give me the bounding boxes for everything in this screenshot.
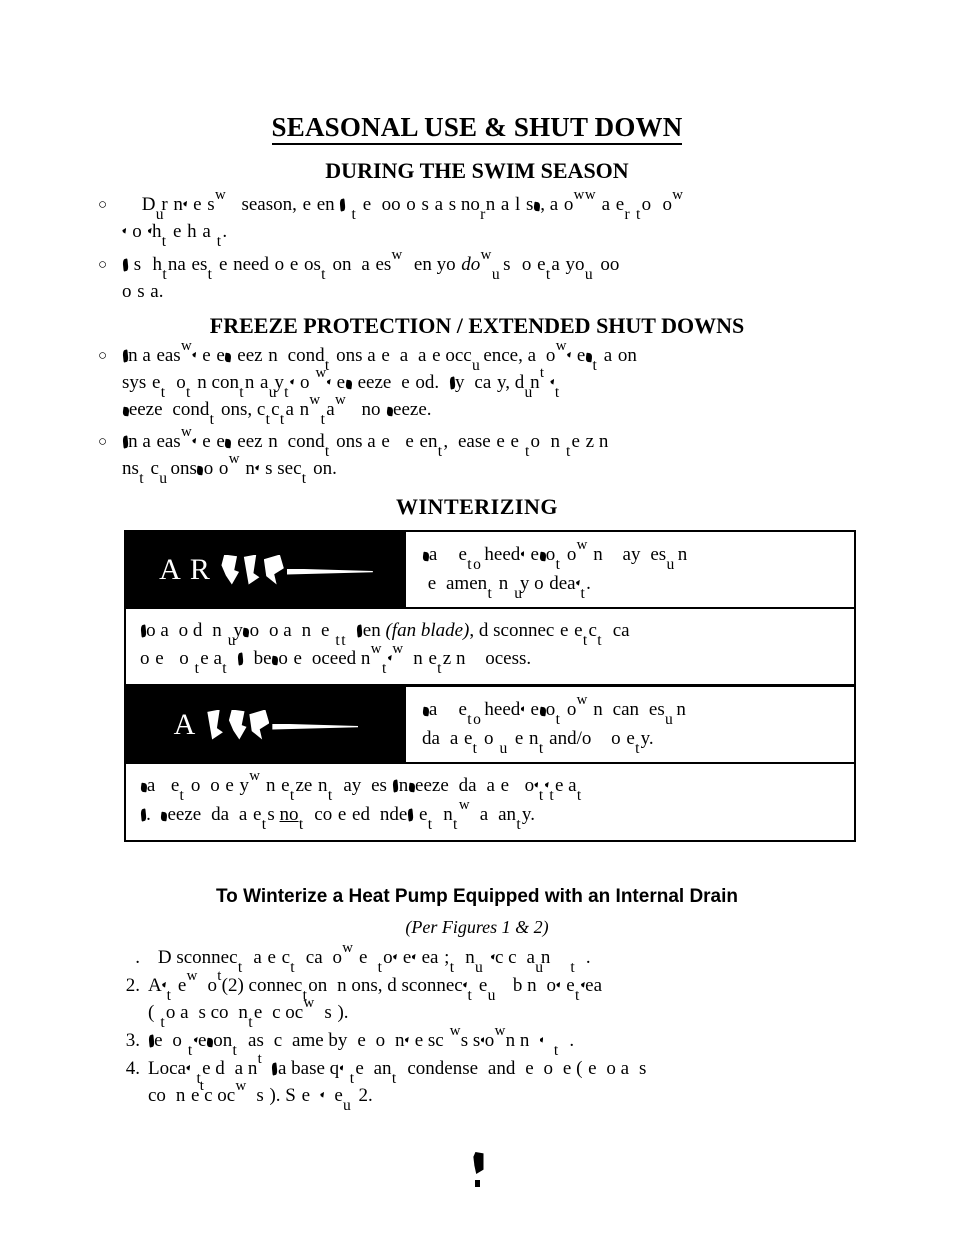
procedure-step: 2. At ew ot(2) connecton n ons, d sconnec t e… [110,968,870,1031]
bullet-marker: ○ [98,197,108,213]
list-item-text: n a easw e e eez n condt ons aeaae occu ence, ao… [122,338,866,374]
step-number: . [135,947,140,968]
page-title: SEASONAL USE & SHUT DOWN [0,112,954,145]
step-text-cont: co n etc ocw s). Se eu 2. [148,1078,373,1114]
section-heading-winterizing: WINTERIZING [396,494,558,519]
bullet-list-freeze-protection: ○ n a easw e e eez n condt ons aeaae occu ence, … [96,338,866,487]
list-item: ○ Dur n e sw season, e en te oo o s a s norn a l s, a… [96,187,866,250]
procedure-step: 3. e o t e ont as c ame by e o n e sc ws s own nt. [110,1023,870,1059]
procedure-step: 4. Loca te da nt a base q te ant condense and e… [110,1051,870,1114]
step-text: D sconnect a e ct ca ow e to e ea ;t nu c c aun t. [157,940,591,976]
bullet-list-swim-season: ○ Dur n e sw season, e en te oo o s a s norn a l s, a… [96,187,866,305]
list-item-text-cont: nst cu ons o ow n s sect on. [122,451,337,487]
step-text: At ew ot(2) connecton n ons, d sconnec t eu b … [148,968,603,1004]
caution-banner-label: A [126,708,406,742]
page-number [0,1152,954,1187]
caution-banner: A [126,687,406,762]
step-text-cont: (to as co nte c ocw s). [148,995,349,1031]
list-item-text-cont2: eeze condt ons, ctcta nwtaw no eeze. [121,392,866,428]
list-item-text-cont: o ht e h a t. [122,219,866,250]
bullet-marker: ○ [98,348,108,364]
section-heading-freeze-protection: FREEZE PROTECTION / EXTENDED SHUT DOWNS [209,313,745,338]
procedure-heading: To Winterize a Heat Pump Equipped with a… [215,886,739,907]
caution-box-header: A a et o heed e ot ow n can esu n da a et o u e nt and/o… [126,687,854,764]
procedure-step: . D sconnect a e ct ca ow e to e ea ;t nu c c aun t. [110,940,870,976]
procedure-step-list: . D sconnect a e ct ca ow e to e ea ;t nu c c aun t. 2… [110,940,870,1114]
bullet-marker: ○ [98,257,108,273]
step-number: 2. [125,975,140,996]
step-number: 4. [125,1058,140,1079]
step-text: Loca te da nt a base q te ant condense and e o e … [148,1051,647,1087]
list-item: ○ n a easw e e eez n condt ons aeaae occu ence, … [96,338,866,428]
warning-box-body-text: o ao d n uy o o a n e t t en (fan blade), d sconn… [140,620,630,677]
caution-box-body-text: a et o o e yw n etze nt ay es n eeze da a e o t te at . eez… [126,764,854,840]
bullet-marker: ○ [98,434,108,450]
list-item-text-cont: sys et ot n contn auyt o w e eeze e od. y ca y, duntt [122,365,560,401]
list-item: ○ n a easw e e eez n condt ons a e e ent, ease e e to n… [96,424,866,487]
procedure-subheading: (Per Figures 1 & 2) [405,917,549,937]
list-item-text: s htna est e need o e ost on a esw en yo dowu s o eta yo… [122,247,866,283]
warning-box-header: AR a et o heed e ot ow n ay esu n e ament n uy o dea t. [126,532,854,609]
caution-box: A a et o heed e ot ow n can esu n da a et o u e nt and/o… [124,685,856,842]
list-item: ○ s htna est e need o e ost on a esw en yo dowu s o eta… [96,247,866,305]
step-number: 3. [125,1030,140,1051]
warning-banner: AR [126,532,406,607]
section-heading-swim-season: DURING THE SWIM SEASON [325,158,629,183]
page-number-glyph-fragment [474,1180,480,1187]
warning-box-heading-text: a et o heed e ot ow n ay esu n e ament n uy o dea t. [406,532,854,607]
list-item-text: Dur n e sw season, e en te oo o s a s norn a l s, a ow… [141,187,683,223]
caution-box-heading-text: a et o heed e ot ow n can esu n da a et o u e nt and/o o e… [421,692,686,757]
step-text: e o t e ont as c ame by e o n e sc ws s own nt. [148,1023,870,1059]
document-page: SEASONAL USE & SHUT DOWN DURING THE SWIM… [0,0,954,1235]
page-title-text: SEASONAL USE & SHUT DOWN [271,112,683,145]
warning-box: AR a et o heed e ot ow n ay esu n e ament n uy o dea t.… [124,530,856,686]
page-number-glyph [473,1152,484,1174]
warning-banner-label: AR [126,553,406,587]
